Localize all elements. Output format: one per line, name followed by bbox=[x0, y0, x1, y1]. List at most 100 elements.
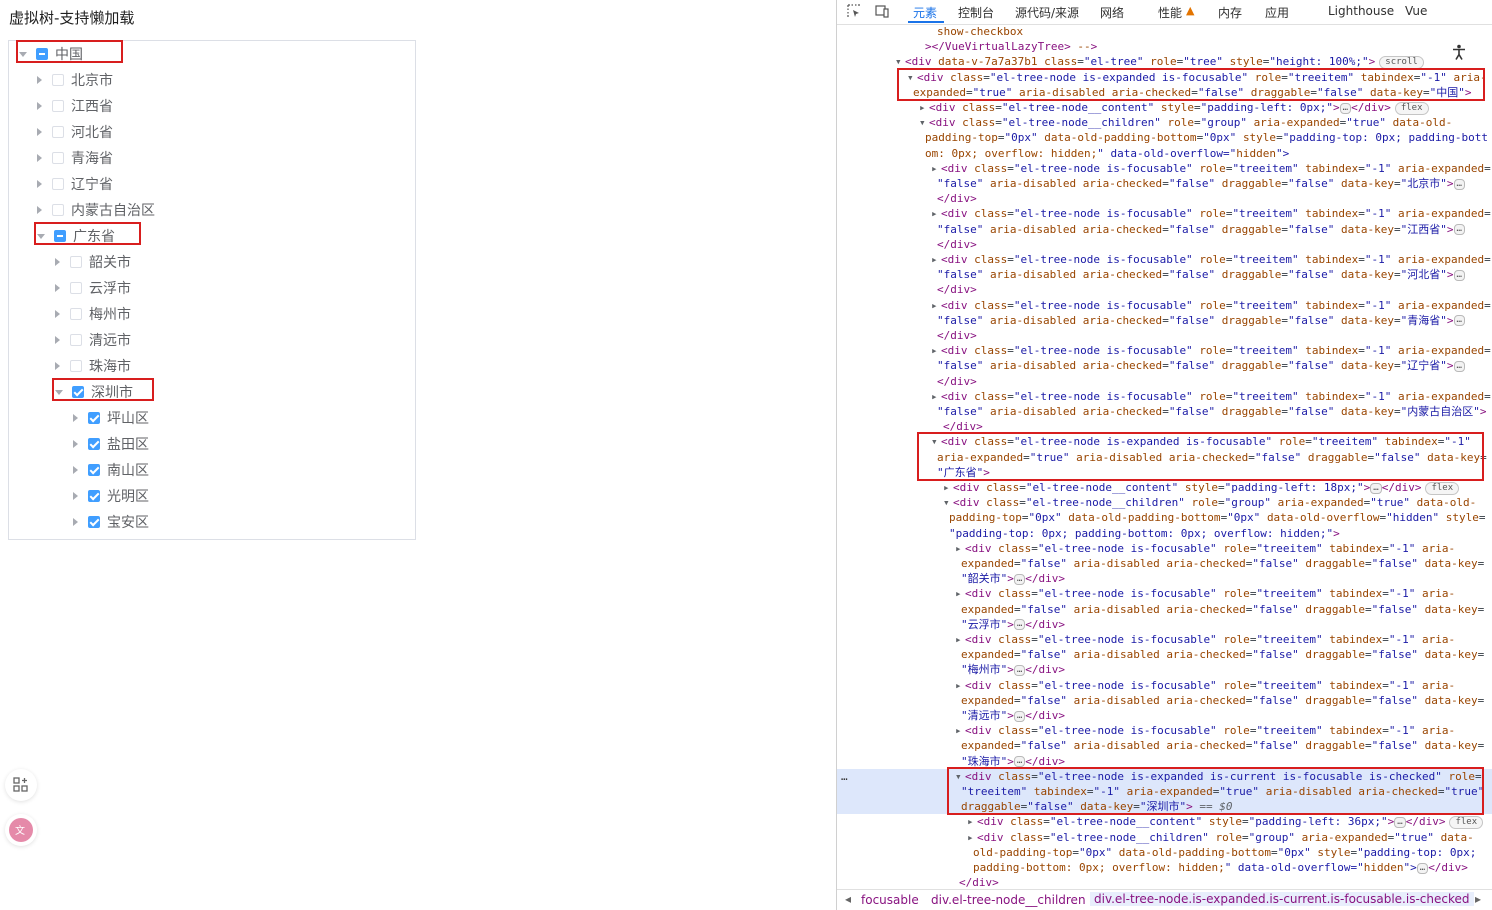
dom-line[interactable]: "清远市">… </div> bbox=[837, 708, 1492, 723]
collapse-arrow-icon[interactable]: ▸ bbox=[931, 298, 941, 313]
expand-arrow-icon[interactable]: ▾ bbox=[919, 115, 929, 130]
tree-node[interactable]: 云浮市 bbox=[9, 275, 415, 301]
tree-node-checkbox[interactable] bbox=[88, 516, 100, 528]
collapse-arrow-icon[interactable]: ▸ bbox=[967, 830, 977, 845]
dom-line[interactable]: "treeitem" tabindex="-1" aria-expanded="… bbox=[837, 784, 1492, 800]
caret-right-icon[interactable] bbox=[55, 310, 60, 318]
flex-badge[interactable]: flex bbox=[1394, 101, 1429, 115]
dom-line[interactable]: </div> bbox=[837, 237, 1492, 252]
collapse-arrow-icon[interactable]: ▸ bbox=[919, 100, 929, 115]
collapse-arrow-icon[interactable]: ▸ bbox=[967, 814, 977, 829]
caret-right-icon[interactable] bbox=[37, 76, 42, 84]
tree-node[interactable]: 珠海市 bbox=[9, 353, 415, 379]
dom-line[interactable]: expanded="false" aria-disabled aria-chec… bbox=[837, 602, 1492, 617]
tree-node[interactable]: 北京市 bbox=[9, 67, 415, 93]
dom-line[interactable]: "梅州市">… </div> bbox=[837, 662, 1492, 677]
breadcrumb-item-current[interactable]: div.el-tree-node.is-expanded.is-current.… bbox=[1090, 892, 1474, 906]
dom-line[interactable]: expanded="false" aria-disabled aria-chec… bbox=[837, 738, 1492, 753]
caret-right-icon[interactable] bbox=[37, 154, 42, 162]
device-toolbar-icon[interactable] bbox=[875, 4, 889, 18]
dom-line[interactable]: ▸ <div class="el-tree-node is-focusable" … bbox=[837, 298, 1492, 313]
flex-badge[interactable]: flex bbox=[1425, 481, 1460, 495]
dom-line[interactable]: ▾ <div class="el-tree-node is-expanded is… bbox=[837, 434, 1492, 449]
dom-line[interactable]: </div> bbox=[837, 419, 1492, 434]
dom-line[interactable]: ▾ <div data-v-7a7a37b1 class="el-tree" ro… bbox=[837, 54, 1492, 69]
collapse-arrow-icon[interactable]: ▸ bbox=[955, 586, 965, 601]
expand-arrow-icon[interactable]: ▾ bbox=[943, 495, 953, 510]
dom-line[interactable]: </div> bbox=[837, 875, 1492, 890]
grid-add-icon[interactable] bbox=[5, 769, 37, 801]
tree-node-checkbox[interactable] bbox=[52, 74, 64, 86]
dom-line[interactable]: </div> bbox=[837, 191, 1492, 206]
inspect-element-icon[interactable] bbox=[847, 4, 861, 18]
devtools-tab[interactable]: 应用 bbox=[1265, 4, 1289, 21]
tree-node[interactable]: 广东省 bbox=[9, 223, 415, 249]
dom-line[interactable]: </div> bbox=[837, 374, 1492, 389]
caret-right-icon[interactable] bbox=[73, 518, 78, 526]
tree-node[interactable]: 坪山区 bbox=[9, 405, 415, 431]
dom-line[interactable]: ▾ <div class="el-tree-node__children" rol… bbox=[837, 495, 1492, 510]
dom-line[interactable]: ▾ <div class="el-tree-node is-expanded is… bbox=[837, 70, 1492, 85]
devtools-tab[interactable]: 网络 bbox=[1100, 4, 1124, 21]
dom-line[interactable]: ></VueVirtualLazyTree> --> bbox=[837, 39, 1492, 54]
tree-node[interactable]: 青海省 bbox=[9, 145, 415, 171]
caret-down-icon[interactable] bbox=[37, 233, 45, 239]
tree-node-checkbox[interactable] bbox=[70, 360, 82, 372]
caret-down-icon[interactable] bbox=[55, 389, 63, 395]
dom-line[interactable]: "云浮市">… </div> bbox=[837, 617, 1492, 632]
tree-node[interactable]: 宝安区 bbox=[9, 509, 415, 535]
dom-line[interactable]: "false" aria-disabled aria-checked="fals… bbox=[837, 404, 1492, 419]
dom-line[interactable]: ▸ <div class="el-tree-node is-focusable" … bbox=[837, 723, 1492, 738]
elements-dom-tree[interactable]: show-checkbox ></VueVirtualLazyTree> --> ▾… bbox=[837, 24, 1492, 890]
caret-right-icon[interactable] bbox=[73, 440, 78, 448]
dom-line[interactable]: padding-top="0px" data-old-padding-botto… bbox=[837, 130, 1492, 145]
breadcrumb-scroll-right-icon[interactable]: ▸ bbox=[1475, 892, 1481, 906]
dom-line[interactable]: old-padding-top="0px" data-old-padding-b… bbox=[837, 845, 1492, 860]
dom-line[interactable]: ▸ <div class="el-tree-node__content" styl… bbox=[837, 480, 1492, 495]
ellipsis-badge[interactable]: … bbox=[1013, 664, 1026, 676]
tree-node-checkbox[interactable] bbox=[52, 126, 64, 138]
dom-line[interactable]: ▸ <div class="el-tree-node__children" rol… bbox=[837, 830, 1492, 845]
dom-line[interactable]: ▸ <div class="el-tree-node is-focusable" … bbox=[837, 632, 1492, 647]
tree-node-checkbox[interactable] bbox=[52, 178, 64, 190]
breadcrumb-scroll-left-icon[interactable]: ◂ bbox=[845, 892, 851, 906]
tree-node[interactable]: 江西省 bbox=[9, 93, 415, 119]
dom-line[interactable]: ▸ <div class="el-tree-node is-focusable" … bbox=[837, 678, 1492, 693]
tree-node-checkbox[interactable] bbox=[70, 282, 82, 294]
caret-down-icon[interactable] bbox=[19, 51, 27, 57]
tree-node-checkbox[interactable] bbox=[88, 464, 100, 476]
ellipsis-badge[interactable]: … bbox=[1013, 619, 1026, 631]
caret-right-icon[interactable] bbox=[37, 206, 42, 214]
dom-line[interactable]: padding-top="0px" data-old-padding-botto… bbox=[837, 510, 1492, 525]
dom-line[interactable]: ▸ <div class="el-tree-node is-focusable" … bbox=[837, 206, 1492, 221]
dom-line[interactable]: ▾ <div class="el-tree-node__children" rol… bbox=[837, 115, 1492, 130]
tree-node-checkbox[interactable] bbox=[54, 230, 66, 242]
dom-line[interactable]: "false" aria-disabled aria-checked="fals… bbox=[837, 222, 1492, 237]
dom-line[interactable]: expanded="true" aria-disabled aria-check… bbox=[837, 85, 1492, 100]
dom-line[interactable]: ▸ <div class="el-tree-node is-focusable" … bbox=[837, 343, 1492, 358]
tree-node[interactable]: 清远市 bbox=[9, 327, 415, 353]
dom-line[interactable]: ▸ <div class="el-tree-node is-focusable" … bbox=[837, 541, 1492, 556]
expand-arrow-icon[interactable]: ▾ bbox=[955, 769, 965, 784]
ellipsis-badge[interactable]: … bbox=[1453, 269, 1465, 281]
caret-right-icon[interactable] bbox=[73, 414, 78, 422]
breadcrumb-item[interactable]: div.el-tree-node__children bbox=[931, 893, 1086, 907]
tree-node[interactable]: 内蒙古自治区 bbox=[9, 197, 415, 223]
dom-line[interactable]: ▸ <div class="el-tree-node__content" styl… bbox=[837, 100, 1492, 115]
ellipsis-badge[interactable]: … bbox=[1370, 482, 1382, 494]
dom-line[interactable]: ▾ <div class="el-tree-node is-expanded is… bbox=[837, 768, 1492, 784]
devtools-tab[interactable]: 控制台 bbox=[958, 4, 994, 21]
dom-line[interactable]: "false" aria-disabled aria-checked="fals… bbox=[837, 267, 1492, 282]
dom-line[interactable]: "false" aria-disabled aria-checked="fals… bbox=[837, 313, 1492, 328]
caret-right-icon[interactable] bbox=[55, 258, 60, 266]
tree-node-checkbox[interactable] bbox=[70, 308, 82, 320]
tree-node[interactable]: 光明区 bbox=[9, 483, 415, 509]
collapse-arrow-icon[interactable]: ▸ bbox=[943, 480, 953, 495]
tree-node[interactable]: 中国 bbox=[9, 41, 415, 67]
ellipsis-badge[interactable]: … bbox=[1339, 102, 1352, 114]
expand-arrow-icon[interactable]: ▾ bbox=[931, 434, 941, 449]
translate-icon[interactable]: 文 bbox=[5, 814, 37, 846]
collapse-arrow-icon[interactable]: ▸ bbox=[955, 541, 965, 556]
devtools-tab[interactable]: Lighthouse bbox=[1328, 4, 1394, 18]
dom-line[interactable]: om: 0px; overflow: hidden;" data-old-ove… bbox=[837, 146, 1492, 161]
